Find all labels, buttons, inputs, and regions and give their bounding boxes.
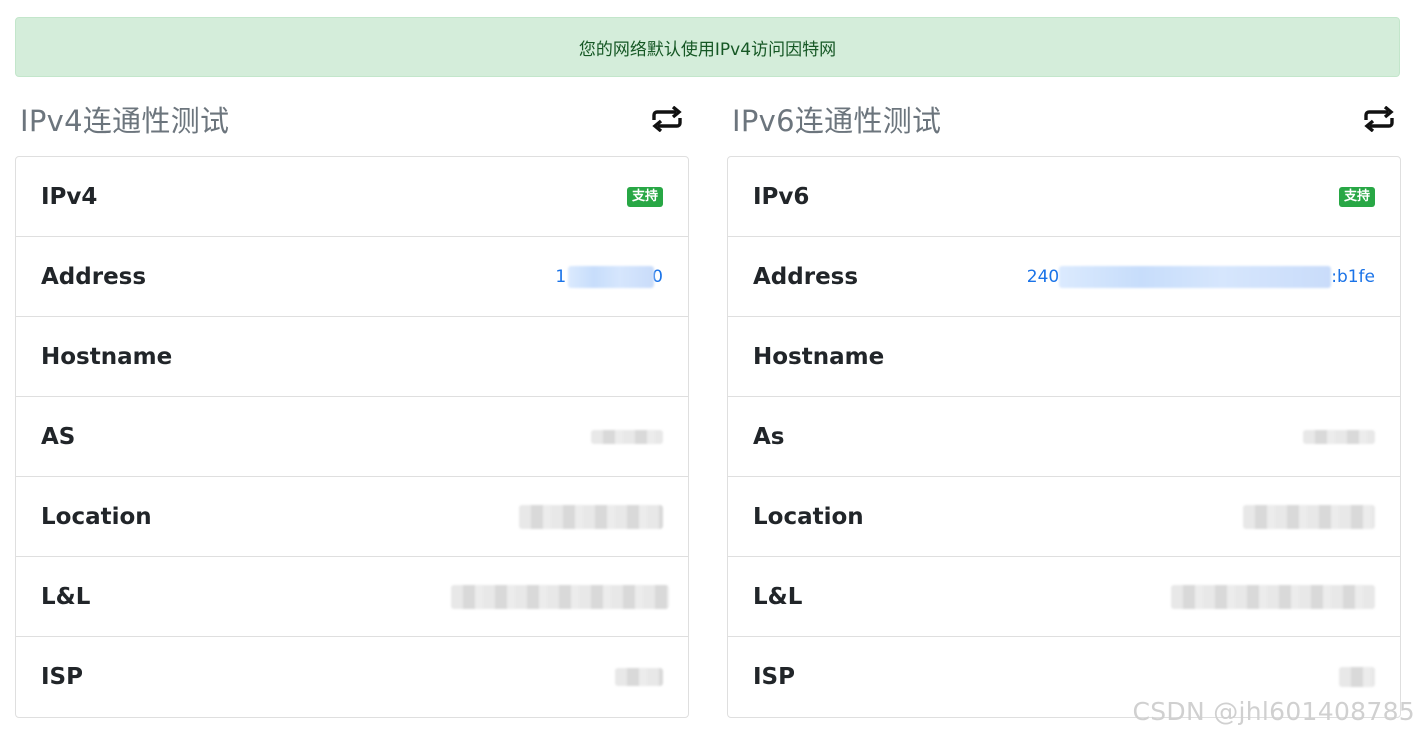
banner-text: 您的网络默认使用IPv4访问因特网 [578,39,837,60]
ipv4-panel-title: IPv4连通性测试 [20,104,230,138]
row-label: Hostname [753,343,885,370]
refresh-icon[interactable] [650,105,684,133]
ipv4-info-card: IPv4 支持 Address 1 0 Hostname AS Location… [15,156,689,718]
ipv4-as-row: AS [16,397,688,477]
network-default-banner: 您的网络默认使用IPv4访问因特网 [15,17,1400,77]
refresh-icon[interactable] [1362,105,1396,133]
ipv4-ll-row: L&L [16,557,688,637]
ipv4-hostname-row: Hostname [16,317,688,397]
redacted-value [1303,429,1375,444]
row-label: ISP [753,664,795,690]
ipv6-panel-header: IPv6连通性测试 [727,95,1401,143]
row-label: Address [753,263,859,290]
row-label: L&L [753,583,803,610]
ipv4-support-row: IPv4 支持 [16,157,688,237]
redacted-value [1339,667,1375,687]
redacted-value [1171,584,1375,609]
row-label: IPv4 [41,183,98,210]
address-suffix: :b1fe [1331,266,1375,287]
row-label: L&L [41,583,91,610]
row-label: Location [753,503,864,530]
ipv6-address-link[interactable]: 240 :b1fe [1026,265,1375,288]
ipv4-panel: IPv4连通性测试 IPv4 支持 Address 1 0 Hostname A… [15,95,689,718]
ipv6-panel-title: IPv6连通性测试 [732,104,942,138]
row-label: IPv6 [753,183,810,210]
ipv6-panel: IPv6连通性测试 IPv6 支持 Address 240 :b1fe Host… [727,95,1401,718]
redacted-address [568,265,655,288]
redacted-address [1059,265,1332,288]
redacted-value [451,584,669,609]
row-label: Hostname [41,343,173,370]
ipv6-support-row: IPv6 支持 [728,157,1400,237]
row-label: As [753,423,785,450]
ipv4-location-row: Location [16,477,688,557]
row-label: AS [41,423,76,450]
row-label: Address [41,263,147,290]
redacted-value [615,668,663,686]
ipv4-panel-header: IPv4连通性测试 [15,95,689,143]
ipv6-location-row: Location [728,477,1400,557]
ipv6-ll-row: L&L [728,557,1400,637]
ipv6-hostname-row: Hostname [728,317,1400,397]
redacted-value [591,429,663,444]
support-badge: 支持 [1338,186,1375,207]
redacted-value [1243,504,1375,529]
ipv4-address-row: Address 1 0 [16,237,688,317]
row-label: ISP [41,664,83,690]
ipv4-address-link[interactable]: 1 0 [555,265,663,288]
row-label: Location [41,503,152,530]
ipv4-isp-row: ISP [16,637,688,717]
address-prefix: 1 [555,266,567,287]
address-prefix: 240 [1026,266,1060,287]
ipv6-as-row: As [728,397,1400,477]
ipv6-address-row: Address 240 :b1fe [728,237,1400,317]
support-badge: 支持 [626,186,663,207]
redacted-value [519,504,663,529]
ipv6-info-card: IPv6 支持 Address 240 :b1fe Hostname As Lo… [727,156,1401,718]
csdn-watermark: CSDN @jhl601408785 [1132,697,1415,726]
